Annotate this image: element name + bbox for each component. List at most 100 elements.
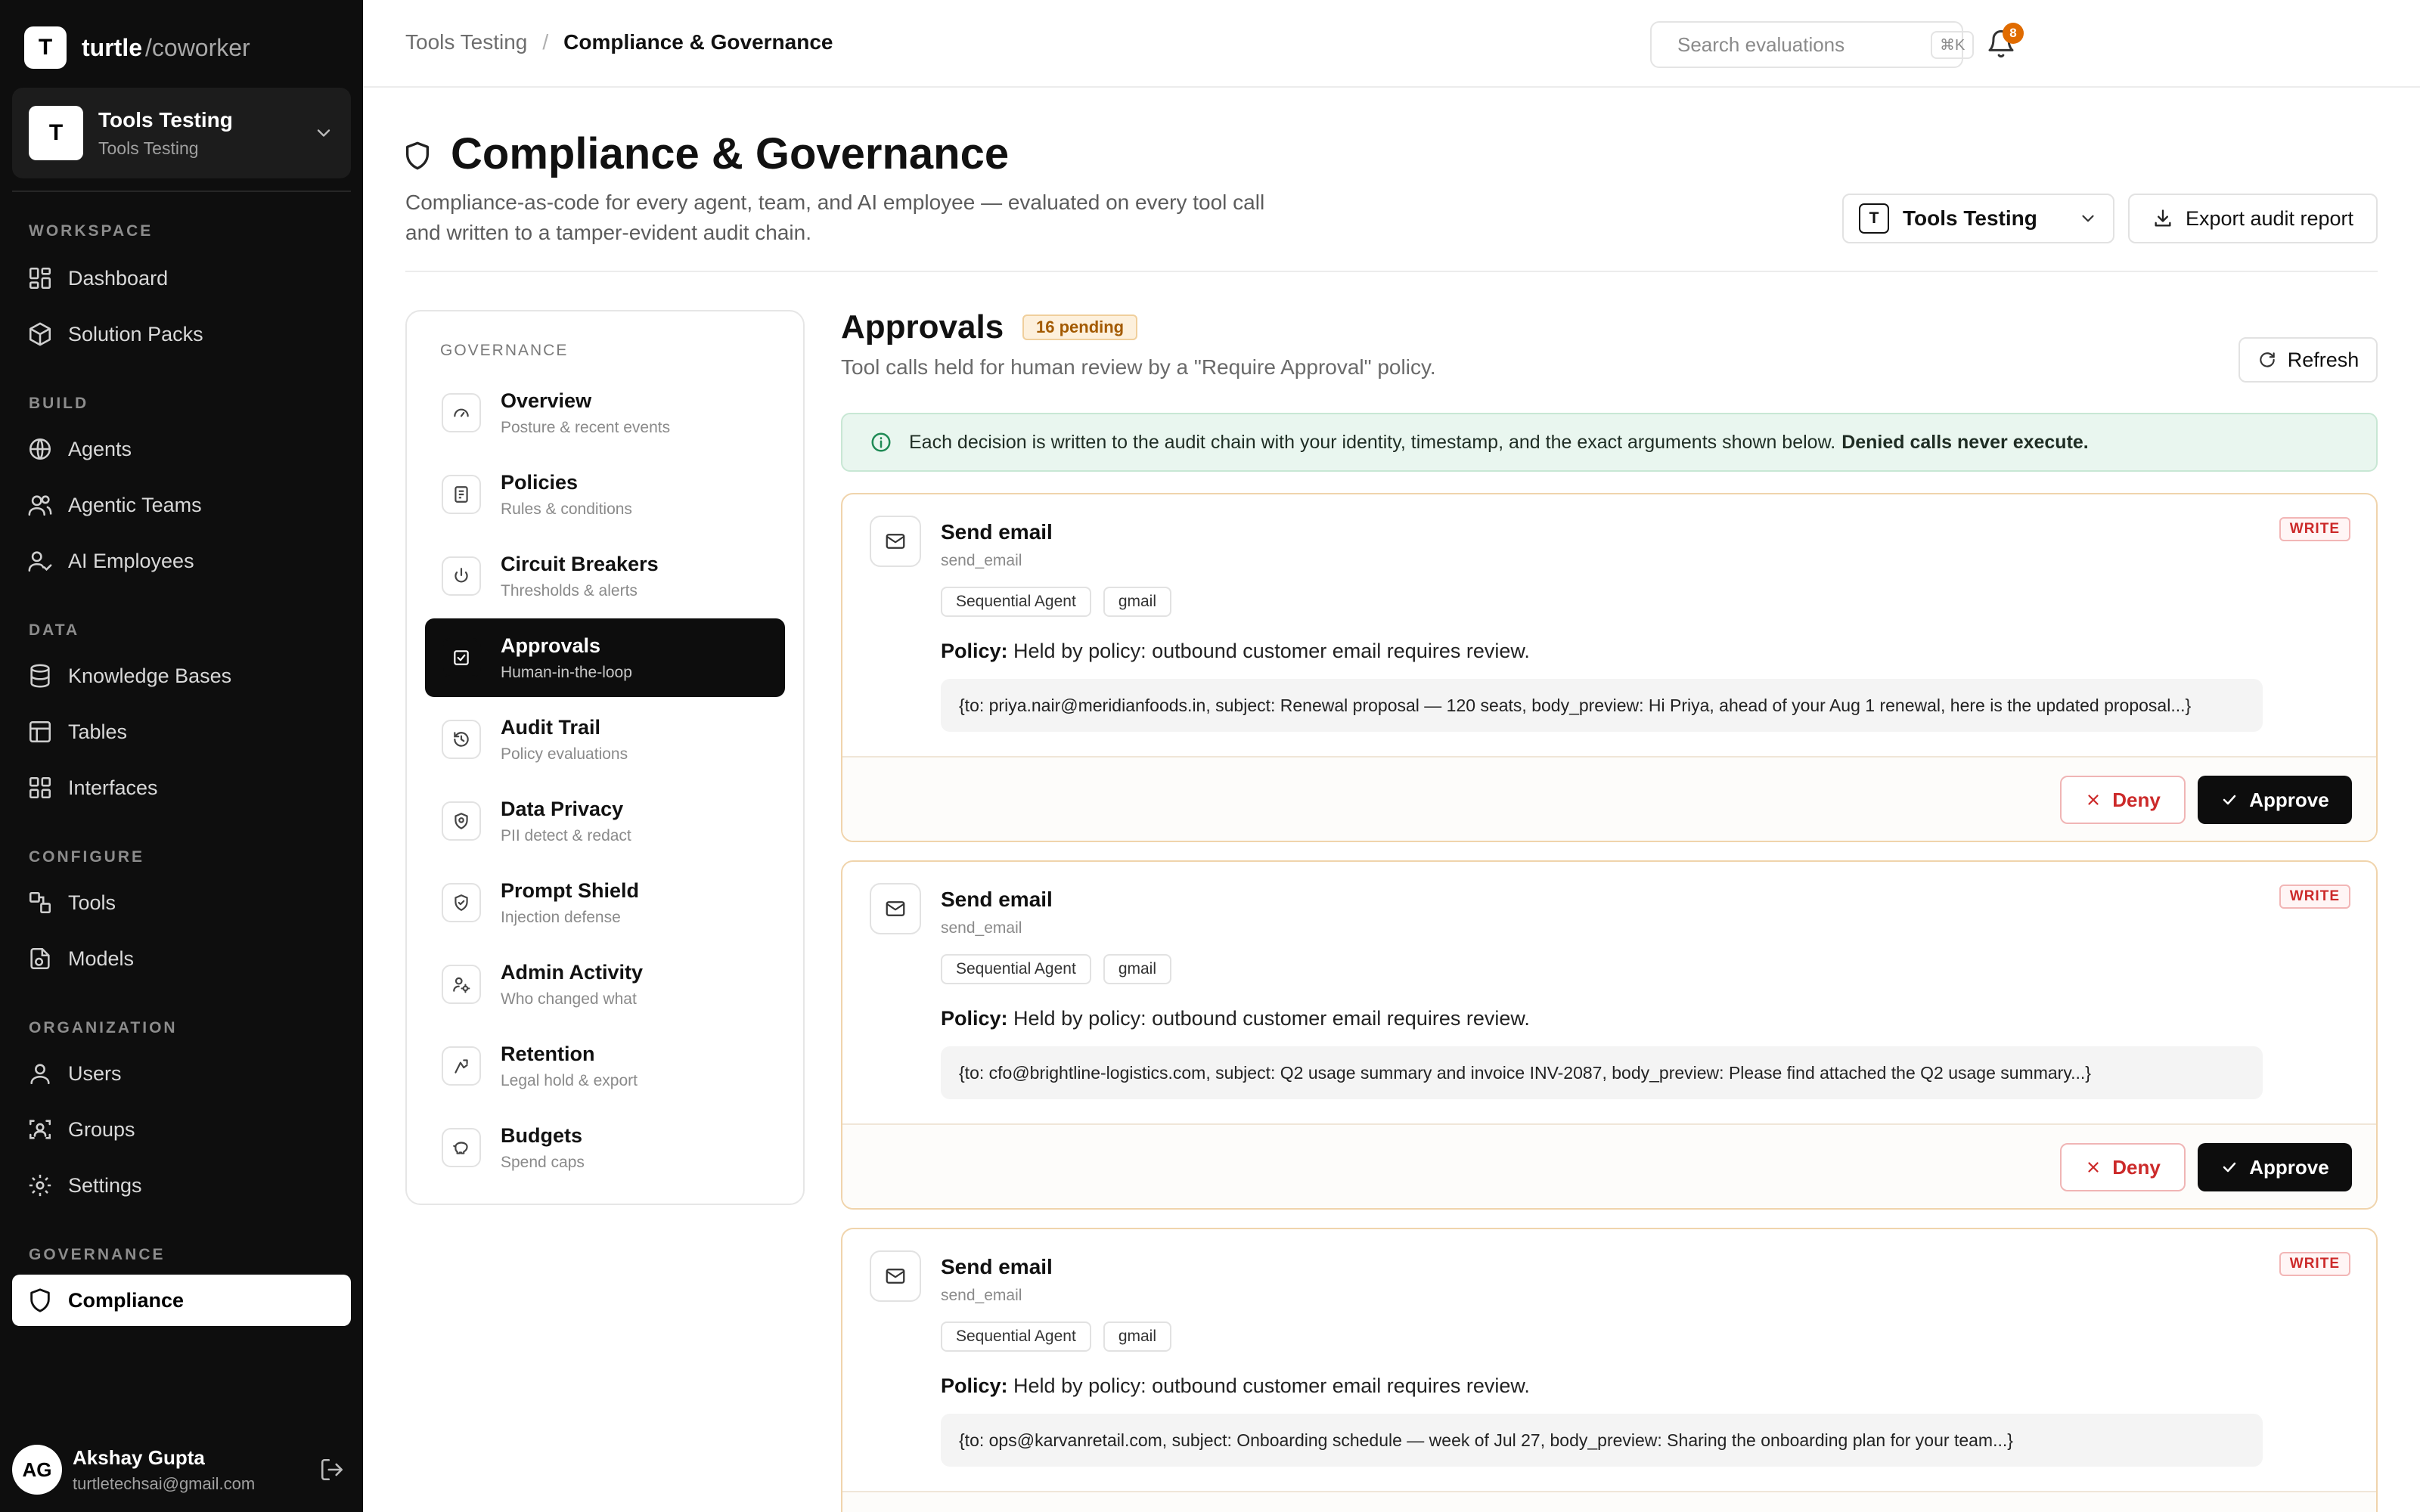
- mail-icon: [886, 534, 905, 549]
- sidebar-item-compliance[interactable]: Compliance: [12, 1275, 351, 1326]
- sidebar-item-groups[interactable]: Groups: [12, 1104, 351, 1155]
- approval-card: Send email send_email WRITE Sequential A…: [841, 860, 2378, 1210]
- sidebar-item-dashboard[interactable]: Dashboard: [12, 253, 351, 304]
- nav-section-organization: ORGANIZATION: [29, 1019, 178, 1036]
- approve-button[interactable]: Approve: [2198, 1143, 2352, 1191]
- governance-item-budgets[interactable]: Budgets Spend caps: [425, 1108, 785, 1187]
- card-icon: [870, 883, 921, 934]
- chevron-down-icon: [2082, 215, 2094, 222]
- nav-section-build: BUILD: [29, 395, 89, 412]
- governance-item-retention[interactable]: Retention Legal hold & export: [425, 1027, 785, 1105]
- sub-icon: [442, 1046, 481, 1086]
- governance-item-approvals[interactable]: Approvals Human-in-the-loop: [425, 618, 785, 697]
- shield-check-icon: [455, 894, 468, 911]
- governance-item-admin-activity[interactable]: Admin Activity Who changed what: [425, 945, 785, 1024]
- write-badge: WRITE: [2279, 885, 2350, 909]
- sidebar-item-interfaces[interactable]: Interfaces: [12, 762, 351, 813]
- sub-text: Overview Posture & recent events: [501, 389, 670, 437]
- deny-label: Deny: [2112, 788, 2161, 811]
- table-icon: [29, 720, 51, 743]
- header-divider: [405, 271, 2378, 272]
- x-icon: [2088, 1162, 2099, 1173]
- check-icon: [2223, 1162, 2236, 1173]
- policy-label: Policy:: [941, 1007, 1008, 1030]
- policy-line: Policy: Held by policy: outbound custome…: [941, 1374, 1530, 1398]
- sidebar-item-label: Dashboard: [68, 266, 169, 290]
- brand[interactable]: T turtle /coworker: [24, 26, 250, 70]
- tool-arguments: {to: priya.nair@meridianfoods.in, subjec…: [941, 679, 2263, 732]
- governance-item-title: Data Privacy: [501, 797, 624, 820]
- governance-nav-header: GOVERNANCE: [440, 342, 569, 359]
- governance-item-title: Retention: [501, 1042, 595, 1065]
- sidebar-item-knowledge-bases[interactable]: Knowledge Bases: [12, 650, 351, 702]
- package-icon: [29, 322, 51, 346]
- user-name: Akshay Gupta: [73, 1445, 205, 1469]
- sub-text: Approvals Human-in-the-loop: [501, 634, 632, 682]
- layout-icon: [29, 776, 51, 799]
- search-input[interactable]: [1677, 33, 1931, 57]
- deny-button[interactable]: Deny: [2060, 1143, 2186, 1191]
- governance-item-circuit-breakers[interactable]: Circuit Breakers Thresholds & alerts: [425, 537, 785, 615]
- tag-agent: Sequential Agent: [941, 954, 1091, 984]
- sidebar-item-label: Compliance: [68, 1288, 185, 1312]
- sidebar-item-ai-employees[interactable]: AI Employees: [12, 535, 351, 587]
- approval-card: Send email send_email WRITE Sequential A…: [841, 493, 2378, 842]
- card-tags: Sequential Agent gmail: [941, 1321, 1184, 1352]
- user-icon: [30, 1064, 50, 1085]
- sidebar-item-solution-packs[interactable]: Solution Packs: [12, 308, 351, 360]
- policy-text: Held by policy: outbound customer email …: [1013, 640, 1530, 662]
- workspace-switcher[interactable]: T Tools Testing Tools Testing: [12, 88, 351, 178]
- governance-item-title: Budgets: [501, 1123, 582, 1147]
- sidebar-item-label: Interfaces: [68, 776, 158, 799]
- sidebar-item-tables[interactable]: Tables: [12, 706, 351, 758]
- card-title: Send email: [941, 888, 1053, 911]
- governance-item-desc: PII detect & redact: [501, 826, 631, 844]
- governance-item-audit-trail[interactable]: Audit Trail Policy evaluations: [425, 700, 785, 779]
- governance-item-overview[interactable]: Overview Posture & recent events: [425, 373, 785, 452]
- export-audit-report-button[interactable]: Export audit report: [2128, 194, 2378, 243]
- refresh-button[interactable]: Refresh: [2238, 337, 2378, 383]
- write-badge: WRITE: [2279, 517, 2350, 541]
- governance-item-desc: Injection defense: [501, 908, 621, 926]
- logout-icon[interactable]: [319, 1457, 345, 1483]
- policy-text: Held by policy: outbound customer email …: [1013, 1374, 1530, 1397]
- sidebar-item-label: AI Employees: [68, 549, 194, 572]
- check-icon: [2223, 795, 2236, 805]
- user-profile[interactable]: AG Akshay Gupta turtletechsai@gmail.com: [12, 1439, 351, 1500]
- brand-suffix: /coworker: [145, 33, 250, 61]
- sidebar-item-models[interactable]: Models: [12, 933, 351, 984]
- sidebar-item-label: Settings: [68, 1173, 142, 1197]
- deny-button[interactable]: Deny: [2060, 776, 2186, 824]
- page-title: Compliance & Governance: [451, 129, 1010, 178]
- page-description: Compliance-as-code for every agent, team…: [405, 191, 1265, 244]
- governance-item-title: Policies: [501, 470, 579, 494]
- sub-text: Circuit Breakers Thresholds & alerts: [501, 553, 659, 600]
- breadcrumb-parent[interactable]: Tools Testing: [405, 30, 527, 54]
- nav-section-configure: CONFIGURE: [29, 848, 144, 866]
- sidebar-item-users[interactable]: Users: [12, 1048, 351, 1099]
- org-select[interactable]: T Tools Testing: [1842, 194, 2114, 243]
- governance-item-policies[interactable]: Policies Rules & conditions: [425, 455, 785, 534]
- sidebar-item-agentic-teams[interactable]: Agentic Teams: [12, 479, 351, 531]
- card-tags: Sequential Agent gmail: [941, 587, 1184, 617]
- card-title: Send email: [941, 520, 1053, 544]
- workspace-avatar: T: [29, 106, 83, 160]
- sub-text: Policies Rules & conditions: [501, 471, 632, 519]
- breadcrumb-current: Compliance & Governance: [563, 30, 833, 54]
- sidebar-item-tools[interactable]: Tools: [12, 877, 351, 928]
- sub-icon: [442, 475, 481, 514]
- policy-line: Policy: Held by policy: outbound custome…: [941, 640, 1530, 663]
- tool-arguments: {to: ops@karvanretail.com, subject: Onbo…: [941, 1414, 2263, 1467]
- sidebar-item-settings[interactable]: Settings: [12, 1160, 351, 1211]
- governance-item-title: Prompt Shield: [501, 878, 640, 902]
- governance-item-prompt-shield[interactable]: Prompt Shield Injection defense: [425, 863, 785, 942]
- sub-icon: [442, 801, 481, 841]
- policy-text: Held by policy: outbound customer email …: [1013, 1007, 1530, 1030]
- search-box[interactable]: ⌘K: [1650, 21, 1975, 68]
- sidebar-item-agents[interactable]: Agents: [12, 423, 351, 475]
- approve-button[interactable]: Approve: [2198, 776, 2352, 824]
- governance-item-data-privacy[interactable]: Data Privacy PII detect & redact: [425, 782, 785, 860]
- breadcrumb: Tools Testing / Compliance & Governance: [405, 30, 833, 54]
- sub-text: Retention Legal hold & export: [501, 1043, 638, 1090]
- sub-text: Data Privacy PII detect & redact: [501, 798, 631, 845]
